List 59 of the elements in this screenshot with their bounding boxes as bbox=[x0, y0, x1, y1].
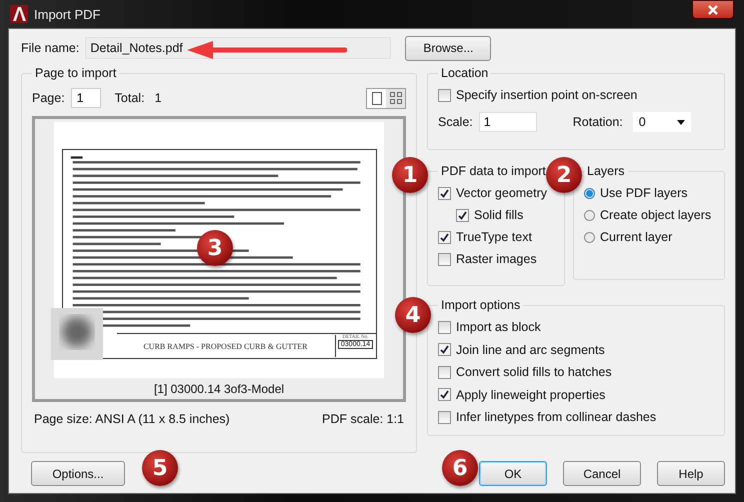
panel-title: Location bbox=[440, 66, 490, 80]
checkbox[interactable] bbox=[438, 388, 451, 402]
pdf-scale-text: PDF scale: 1:1 bbox=[322, 412, 404, 426]
checkbox[interactable] bbox=[456, 208, 469, 222]
scale-label: Scale: bbox=[438, 115, 473, 129]
ok-button[interactable]: OK bbox=[479, 461, 547, 486]
file-name-label: File name: bbox=[21, 41, 80, 55]
checkbox[interactable] bbox=[438, 320, 451, 334]
page-input[interactable]: 1 bbox=[70, 88, 101, 108]
radio-button[interactable] bbox=[584, 188, 595, 198]
rotation-dropdown[interactable]: 0 bbox=[632, 112, 691, 132]
checkbox[interactable] bbox=[438, 186, 451, 200]
radio-button[interactable] bbox=[584, 232, 595, 242]
help-button[interactable]: Help bbox=[657, 461, 725, 486]
panel-title: Page to import bbox=[34, 66, 118, 80]
checkbox[interactable] bbox=[438, 410, 451, 424]
radio-label: Use PDF layers bbox=[600, 186, 688, 200]
total-value: 1 bbox=[154, 91, 162, 105]
options-button[interactable]: Options... bbox=[31, 461, 125, 486]
checkbox-label: Import as block bbox=[456, 320, 541, 334]
blurred-seal-icon bbox=[50, 308, 102, 360]
app-logo-icon bbox=[10, 5, 28, 23]
single-page-view-button[interactable] bbox=[367, 88, 386, 108]
checkbox-label: Convert solid fills to hatches bbox=[456, 365, 612, 380]
browse-button[interactable]: Browse... bbox=[405, 36, 492, 60]
close-icon bbox=[707, 4, 719, 16]
window-title: Import PDF bbox=[34, 6, 100, 22]
caret-icon bbox=[676, 120, 685, 124]
checkbox[interactable] bbox=[438, 252, 451, 266]
checkbox-label: Solid fills bbox=[474, 208, 524, 222]
grid-icon bbox=[390, 92, 402, 104]
radio-label: Create object layers bbox=[600, 208, 712, 222]
checkbox[interactable] bbox=[438, 343, 451, 356]
page-label: Page: bbox=[32, 91, 65, 105]
checkbox-label: Join line and arc segments bbox=[456, 342, 605, 357]
grid-view-button[interactable] bbox=[386, 88, 405, 108]
scale-input[interactable]: 1 bbox=[478, 112, 537, 132]
page-icon bbox=[372, 92, 382, 104]
checkbox-label: Vector geometry bbox=[456, 186, 548, 200]
title-block-text: CURB RAMPS - PROPOSED CURB & GUTTER bbox=[142, 342, 309, 350]
preview-caption: [1] 03000.14 3of3-Model bbox=[154, 382, 284, 396]
checkbox-label: Specify insertion point on-screen bbox=[456, 88, 638, 102]
cancel-button[interactable]: Cancel bbox=[563, 461, 641, 486]
checkbox-label: Infer linetypes from collinear dashes bbox=[456, 410, 656, 424]
panel-title: Import options bbox=[440, 298, 522, 312]
radio-label: Current layer bbox=[600, 230, 672, 244]
checkbox[interactable] bbox=[438, 88, 451, 102]
panel-title: Layers bbox=[586, 164, 626, 178]
checkbox[interactable] bbox=[438, 230, 451, 244]
checkbox-label: Raster images bbox=[456, 252, 537, 266]
page-size-text: Page size: ANSI A (11 x 8.5 inches) bbox=[34, 412, 230, 426]
checkbox-label: TrueType text bbox=[456, 230, 532, 244]
rotation-label: Rotation: bbox=[572, 115, 623, 129]
radio-button[interactable] bbox=[584, 210, 595, 220]
close-button[interactable] bbox=[692, 0, 734, 19]
total-label: Total: bbox=[114, 91, 145, 105]
panel-title: PDF data to import bbox=[440, 164, 547, 178]
checkbox-label: Apply lineweight properties bbox=[456, 388, 606, 402]
checkbox[interactable] bbox=[438, 366, 451, 379]
